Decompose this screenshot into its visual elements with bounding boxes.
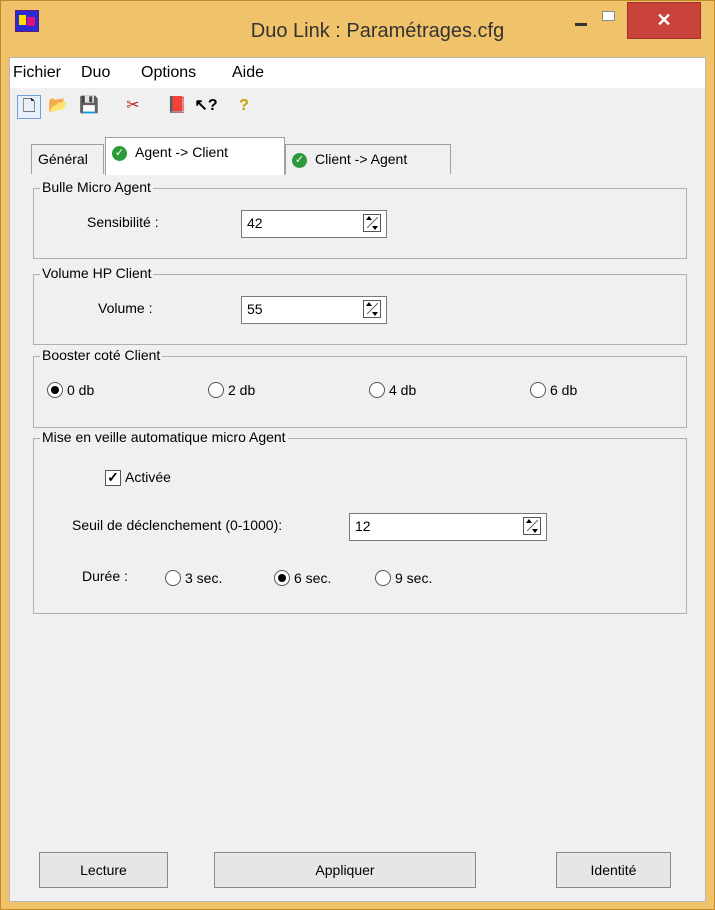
minimize-button[interactable] — [567, 5, 597, 33]
radio-label: 2 db — [228, 382, 256, 398]
group-title: Booster coté Client — [40, 347, 163, 363]
group-title: Volume HP Client — [40, 265, 154, 281]
group-booster: Booster coté Client 0 db 2 db 4 db 6 db — [33, 347, 687, 428]
new-file-icon[interactable]: 🗋 — [17, 95, 41, 119]
radio-label: 4 db — [389, 382, 417, 398]
radio-icon — [208, 382, 224, 398]
menu-duo[interactable]: Duo — [81, 64, 110, 82]
activee-label: Activée — [125, 469, 171, 485]
group-title: Bulle Micro Agent — [40, 179, 153, 195]
book-icon[interactable]: 📕 — [165, 95, 189, 119]
close-button[interactable]: ✕ — [627, 2, 701, 39]
sensibilite-label: Sensibilité : — [87, 214, 159, 230]
check-icon: ✓ — [112, 145, 127, 161]
sensibilite-spinner[interactable]: 42 — [241, 210, 387, 238]
radio-label: 9 sec. — [395, 570, 433, 586]
title-bar[interactable]: Duo Link : Paramétrages.cfg ✕ — [1, 1, 714, 57]
volume-value: 55 — [247, 301, 263, 317]
maximize-button[interactable] — [595, 5, 625, 33]
close-icon: ✕ — [656, 10, 672, 30]
menu-options[interactable]: Options — [141, 64, 196, 82]
group-volume-hp: Volume HP Client Volume : 55 — [33, 265, 687, 345]
tab-client-agent[interactable]: ✓ Client -> Agent — [285, 144, 451, 174]
appliquer-button[interactable]: Appliquer — [214, 852, 476, 888]
radio-icon — [375, 570, 391, 586]
context-help-icon[interactable]: ↖? — [191, 95, 221, 119]
spin-arrows-icon[interactable] — [523, 517, 541, 535]
tab-label: Agent -> Client — [135, 144, 228, 160]
spin-arrows-icon[interactable] — [363, 214, 381, 232]
open-folder-icon[interactable]: 📂 — [46, 95, 70, 119]
radio-icon — [530, 382, 546, 398]
group-mise-en-veille: Mise en veille automatique micro Agent ✓… — [33, 429, 687, 614]
tab-panel: Bulle Micro Agent Sensibilité : 42 Volum… — [10, 174, 705, 816]
check-icon: ✓ — [292, 152, 307, 168]
connect-icon[interactable]: ✂ — [121, 95, 145, 119]
radio-label: 6 sec. — [294, 570, 332, 586]
identite-button[interactable]: Identité — [556, 852, 671, 888]
activee-checkbox[interactable]: ✓ — [105, 470, 121, 486]
menu-fichier[interactable]: Fichier — [13, 64, 61, 82]
radio-label: 6 db — [550, 382, 578, 398]
tab-strip: Général ✓ Agent -> Client ✓ Client -> Agen… — [10, 134, 705, 175]
app-window: Duo Link : Paramétrages.cfg ✕ Fichier Du… — [0, 0, 715, 910]
spin-arrows-icon[interactable] — [363, 300, 381, 318]
tab-general[interactable]: Général — [31, 144, 104, 174]
radio-label: 3 sec. — [185, 570, 223, 586]
radio-selected-icon — [274, 570, 290, 586]
seuil-spinner[interactable]: 12 — [349, 513, 547, 541]
radio-label: 0 db — [67, 382, 95, 398]
duree-label: Durée : — [82, 568, 128, 584]
menu-bar: Fichier Duo Options Aide — [10, 58, 705, 88]
window-title: Duo Link : Paramétrages.cfg — [250, 20, 505, 42]
lecture-button[interactable]: Lecture — [39, 852, 168, 888]
radio-icon — [165, 570, 181, 586]
volume-label: Volume : — [98, 300, 153, 316]
tab-label: Général — [38, 151, 88, 167]
volume-spinner[interactable]: 55 — [241, 296, 387, 324]
group-bulle-micro: Bulle Micro Agent Sensibilité : 42 — [33, 179, 687, 259]
client-area: Fichier Duo Options Aide 🗋 📂 💾 ✂ 📕 ↖? ? … — [9, 57, 706, 902]
seuil-value: 12 — [355, 518, 371, 534]
toolbar: 🗋 📂 💾 ✂ 📕 ↖? ? — [10, 88, 705, 130]
radio-icon — [369, 382, 385, 398]
tab-agent-client[interactable]: ✓ Agent -> Client — [105, 137, 285, 175]
tab-label: Client -> Agent — [315, 151, 408, 167]
seuil-label: Seuil de déclenchement (0-1000): — [72, 517, 283, 533]
help-icon[interactable]: ? — [232, 95, 256, 119]
save-icon[interactable]: 💾 — [77, 95, 101, 119]
radio-selected-icon — [47, 382, 63, 398]
menu-aide[interactable]: Aide — [232, 64, 264, 82]
sensibilite-value: 42 — [247, 215, 263, 231]
group-title: Mise en veille automatique micro Agent — [40, 429, 288, 445]
